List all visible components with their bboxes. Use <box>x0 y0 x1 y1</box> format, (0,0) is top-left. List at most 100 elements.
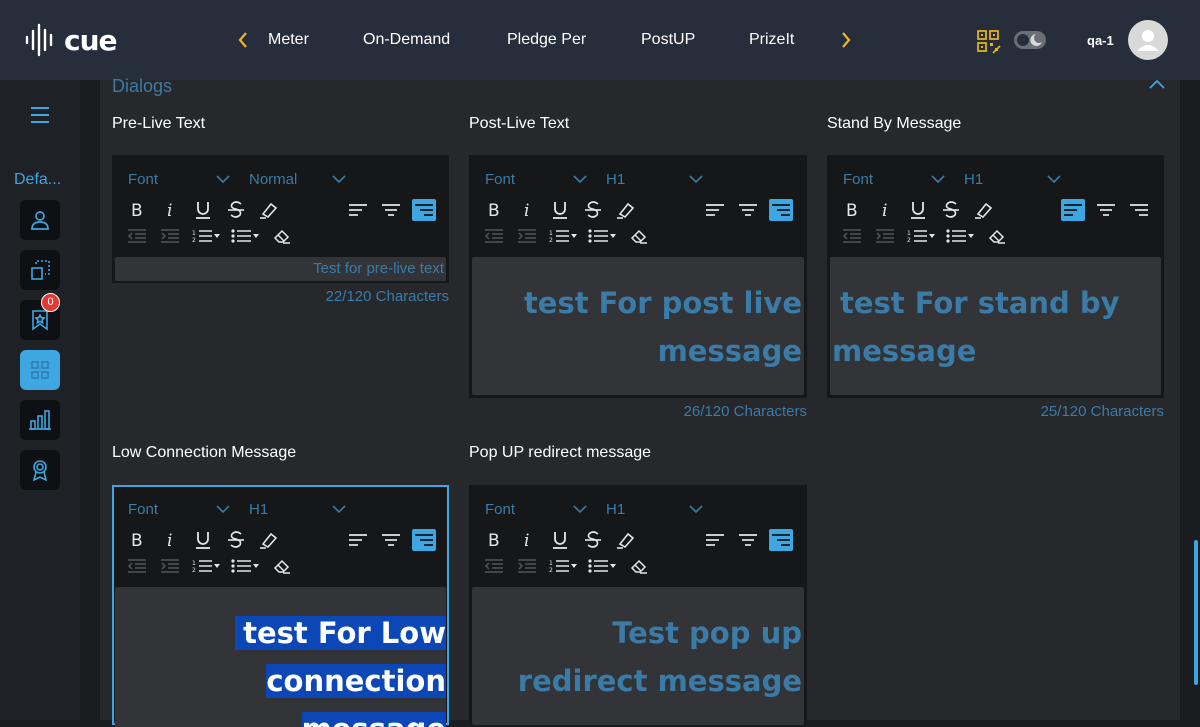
italic-icon[interactable]: i <box>515 529 539 551</box>
indent-icon[interactable] <box>158 225 182 247</box>
eraser-icon[interactable] <box>270 225 294 247</box>
bullet-list-icon[interactable] <box>230 555 262 577</box>
highlighter-icon[interactable] <box>257 529 281 551</box>
align-right-icon[interactable] <box>1127 199 1151 221</box>
align-right-icon[interactable] <box>769 199 793 221</box>
heading-select[interactable]: H1 <box>606 171 625 188</box>
chevron-down-icon[interactable] <box>332 175 346 184</box>
ordered-list-icon[interactable]: 12 <box>906 225 938 247</box>
align-left-icon[interactable] <box>346 529 370 551</box>
chevron-down-icon[interactable] <box>216 505 230 514</box>
strikethrough-icon[interactable] <box>224 529 248 551</box>
nav-next-icon[interactable] <box>836 28 856 52</box>
align-center-icon[interactable] <box>736 529 760 551</box>
sidebar-btn-awards[interactable] <box>20 450 60 490</box>
bold-icon[interactable]: B <box>125 529 149 551</box>
sidebar-btn-layout[interactable] <box>20 250 60 290</box>
indent-icon[interactable] <box>515 225 539 247</box>
app-logo[interactable]: cue <box>24 22 118 58</box>
underline-icon[interactable] <box>191 529 215 551</box>
font-select[interactable]: Font <box>485 501 515 518</box>
align-center-icon[interactable] <box>1094 199 1118 221</box>
underline-icon[interactable] <box>548 199 572 221</box>
align-right-icon[interactable] <box>769 529 793 551</box>
sidebar-btn-analytics[interactable] <box>20 400 60 440</box>
hamburger-menu-icon[interactable] <box>30 105 50 125</box>
strikethrough-icon[interactable] <box>224 199 248 221</box>
editor-input-low-connection[interactable]: test For Low connection message <box>115 587 446 727</box>
chevron-down-icon[interactable] <box>216 175 230 184</box>
eraser-icon[interactable] <box>270 555 294 577</box>
sidebar-btn-users[interactable] <box>20 200 60 240</box>
qr-code-icon[interactable] <box>976 29 1002 55</box>
align-right-icon[interactable] <box>412 199 436 221</box>
align-left-icon[interactable] <box>703 199 727 221</box>
theme-toggle[interactable] <box>1014 31 1046 49</box>
editor-input-pre-live[interactable]: Test for pre-live text <box>115 257 446 281</box>
strikethrough-icon[interactable] <box>581 529 605 551</box>
align-center-icon[interactable] <box>379 529 403 551</box>
eraser-icon[interactable] <box>985 225 1009 247</box>
editor-input-post-live[interactable]: test For post live message <box>472 257 804 395</box>
align-left-icon[interactable] <box>346 199 370 221</box>
chevron-down-icon[interactable] <box>689 505 703 514</box>
bullet-list-icon[interactable] <box>587 555 619 577</box>
chevron-down-icon[interactable] <box>689 175 703 184</box>
eraser-icon[interactable] <box>627 225 651 247</box>
underline-icon[interactable] <box>906 199 930 221</box>
indent-icon[interactable] <box>873 225 897 247</box>
chevron-up-icon[interactable] <box>1148 78 1166 90</box>
chevron-down-icon[interactable] <box>1047 175 1061 184</box>
indent-icon[interactable] <box>515 555 539 577</box>
align-left-icon[interactable] <box>1061 199 1085 221</box>
outdent-icon[interactable] <box>125 225 149 247</box>
align-left-icon[interactable] <box>703 529 727 551</box>
chevron-down-icon[interactable] <box>573 505 587 514</box>
page-scrollbar[interactable] <box>1194 540 1198 685</box>
editor-input-stand-by[interactable]: test For stand by message <box>830 257 1161 395</box>
chevron-down-icon[interactable] <box>931 175 945 184</box>
heading-select[interactable]: H1 <box>249 501 268 518</box>
nav-item-on-demand[interactable]: On-Demand <box>363 31 450 49</box>
nav-prev-icon[interactable] <box>233 28 253 52</box>
bullet-list-icon[interactable] <box>587 225 619 247</box>
user-avatar[interactable] <box>1128 20 1168 60</box>
ordered-list-icon[interactable]: 12 <box>548 225 580 247</box>
highlighter-icon[interactable] <box>614 529 638 551</box>
italic-icon[interactable]: i <box>158 529 182 551</box>
underline-icon[interactable] <box>548 529 572 551</box>
bold-icon[interactable]: B <box>840 199 864 221</box>
align-center-icon[interactable] <box>736 199 760 221</box>
nav-item-postup[interactable]: PostUP <box>641 31 695 49</box>
ordered-list-icon[interactable]: 12 <box>548 555 580 577</box>
indent-icon[interactable] <box>158 555 182 577</box>
font-select[interactable]: Font <box>485 171 515 188</box>
nav-item-pledge-per[interactable]: Pledge Per <box>507 31 586 49</box>
highlighter-icon[interactable] <box>614 199 638 221</box>
outdent-icon[interactable] <box>482 555 506 577</box>
sidebar-workspace-label[interactable]: Defa... <box>14 171 61 189</box>
bold-icon[interactable]: B <box>125 199 149 221</box>
align-center-icon[interactable] <box>379 199 403 221</box>
strikethrough-icon[interactable] <box>581 199 605 221</box>
nav-item-meter[interactable]: Meter <box>268 31 309 49</box>
outdent-icon[interactable] <box>840 225 864 247</box>
ordered-list-icon[interactable]: 12 <box>191 555 223 577</box>
bullet-list-icon[interactable] <box>945 225 977 247</box>
sidebar-btn-interactions[interactable] <box>20 350 60 390</box>
eraser-icon[interactable] <box>627 555 651 577</box>
bullet-list-icon[interactable] <box>230 225 262 247</box>
highlighter-icon[interactable] <box>972 199 996 221</box>
bold-icon[interactable]: B <box>482 529 506 551</box>
underline-icon[interactable] <box>191 199 215 221</box>
italic-icon[interactable]: i <box>158 199 182 221</box>
chevron-down-icon[interactable] <box>332 505 346 514</box>
italic-icon[interactable]: i <box>873 199 897 221</box>
font-select[interactable]: Font <box>128 501 158 518</box>
heading-select[interactable]: Normal <box>249 171 297 188</box>
align-right-icon[interactable] <box>412 529 436 551</box>
heading-select[interactable]: H1 <box>606 501 625 518</box>
nav-item-prizeit[interactable]: PrizeIt <box>749 31 794 49</box>
bold-icon[interactable]: B <box>482 199 506 221</box>
outdent-icon[interactable] <box>482 225 506 247</box>
